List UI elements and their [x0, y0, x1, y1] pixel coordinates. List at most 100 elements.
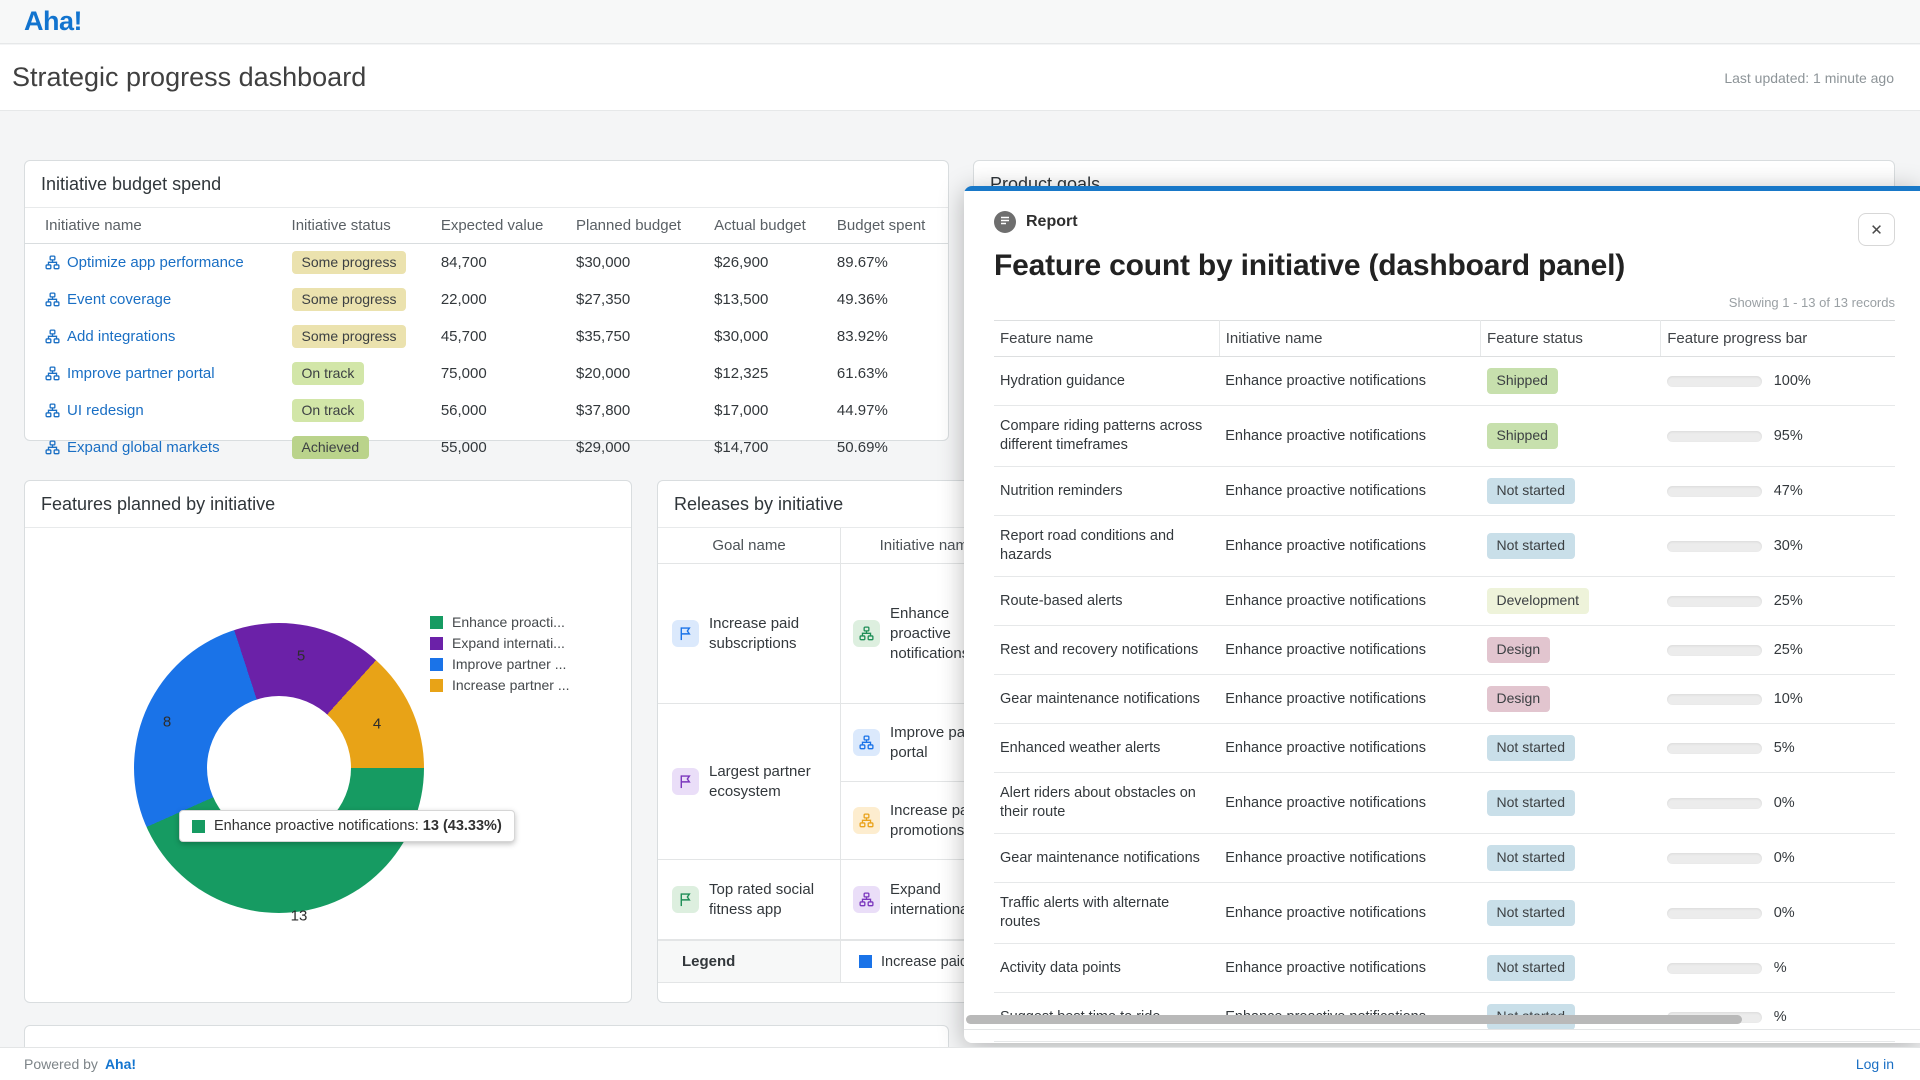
initiative-link[interactable]: UI redesign — [67, 402, 144, 419]
horizontal-scrollbar[interactable] — [966, 1015, 1742, 1024]
column-header[interactable]: Initiative status — [284, 208, 433, 244]
initiative-link[interactable]: Optimize app performance — [67, 254, 244, 271]
status-badge: Not started — [1487, 955, 1575, 981]
legend-item[interactable]: Improve partner ... — [430, 656, 570, 672]
initiative-link[interactable]: Expand global markets — [67, 439, 220, 456]
feature-name[interactable]: Compare riding patterns across different… — [994, 406, 1219, 467]
legend-label: Improve partner ... — [452, 656, 566, 672]
initiative-name: Enhance proactive notifications — [1219, 516, 1480, 577]
modal-divider — [964, 1029, 1920, 1030]
progress-bar — [1667, 431, 1762, 442]
progress-label: 47% — [1774, 482, 1803, 501]
column-header[interactable]: Feature status — [1481, 321, 1661, 357]
progress-label: 0% — [1774, 794, 1795, 813]
table-row: Event coverage Some progress 22,000 $27,… — [25, 281, 948, 318]
status-badge: Some progress — [292, 251, 407, 274]
legend-title: Legend — [658, 941, 841, 982]
releases-panel: Releases by initiative Goal name Initiat… — [657, 480, 1016, 1003]
log-in-link[interactable]: Log in — [1856, 1056, 1894, 1072]
modal-type-label: Report — [1026, 213, 1078, 231]
table-row: UI redesign On track 56,000 $37,800 $17,… — [25, 392, 948, 429]
planned-budget: $30,000 — [568, 244, 706, 282]
feature-name[interactable]: Gear maintenance notifications — [994, 834, 1219, 883]
column-header[interactable]: Planned budget — [568, 208, 706, 244]
column-header[interactable]: Feature name — [994, 321, 1219, 357]
goal-name[interactable]: Top rated social fitness app — [709, 880, 832, 920]
tooltip-swatch — [192, 820, 205, 833]
feature-table-header: Feature name Initiative name Feature sta… — [994, 321, 1895, 357]
tooltip-text: Enhance proactive notifications: 13 (43.… — [214, 818, 502, 834]
status-badge: Not started — [1487, 845, 1575, 871]
status-badge: Not started — [1487, 735, 1575, 761]
column-header[interactable]: Goal name — [658, 528, 841, 563]
initiative-icon — [853, 620, 880, 647]
feature-name[interactable]: Hydration guidance — [994, 357, 1219, 406]
feature-name[interactable]: Alert riders about obstacles on their ro… — [994, 773, 1219, 834]
column-header[interactable]: Initiative name — [1219, 321, 1480, 357]
initiative-name: Enhance proactive notifications — [1219, 675, 1480, 724]
progress-label: 10% — [1774, 690, 1803, 709]
progress-label: % — [1774, 1008, 1787, 1027]
column-header[interactable]: Actual budget — [706, 208, 829, 244]
goal-name[interactable]: Increase paid subscriptions — [709, 614, 832, 654]
initiative-name: Enhance proactive notifications — [1219, 944, 1480, 993]
initiative-icon — [45, 403, 60, 418]
initiative-icon — [853, 729, 880, 756]
progress-bar — [1667, 908, 1762, 919]
legend-swatch — [430, 679, 443, 692]
initiative-link[interactable]: Add integrations — [67, 328, 175, 345]
releases-legend-row: Legend Increase paid subscriptions — [658, 940, 1015, 983]
goal-flag-icon — [672, 886, 699, 913]
status-badge: Not started — [1487, 533, 1575, 559]
status-badge: On track — [292, 362, 365, 385]
planned-budget: $27,350 — [568, 281, 706, 318]
initiative-name: Enhance proactive notifications — [1219, 834, 1480, 883]
feature-name[interactable]: Rest and recovery notifications — [994, 626, 1219, 675]
initiative-icon — [853, 807, 880, 834]
legend-label: Increase partner ... — [452, 677, 570, 693]
close-icon[interactable]: ✕ — [1858, 213, 1895, 246]
table-row: Increase paid subscriptions Enhance proa… — [658, 564, 1015, 704]
modal-title: Feature count by initiative (dashboard p… — [994, 249, 1895, 283]
initiative-icon — [45, 292, 60, 307]
table-row: Compare riding patterns across different… — [994, 406, 1895, 467]
feature-name[interactable]: Report road conditions and hazards — [994, 516, 1219, 577]
feature-name[interactable]: Enhanced weather alerts — [994, 724, 1219, 773]
progress-bar — [1667, 798, 1762, 809]
status-badge: Some progress — [292, 325, 407, 348]
releases-panel-title: Releases by initiative — [658, 481, 1015, 528]
goal-flag-icon — [672, 768, 699, 795]
initiative-name: Enhance proactive notifications — [1219, 626, 1480, 675]
feature-name[interactable]: Gear maintenance notifications — [994, 675, 1219, 724]
initiative-name: Enhance proactive notifications — [1219, 467, 1480, 516]
feature-name[interactable]: Nutrition reminders — [994, 467, 1219, 516]
feature-name[interactable]: Activity data points — [994, 944, 1219, 993]
initiative-link[interactable]: Improve partner portal — [67, 365, 215, 382]
legend-item[interactable]: Enhance proacti... — [430, 614, 570, 630]
aha-logo[interactable]: Aha! — [24, 6, 82, 37]
legend-item[interactable]: Increase partner ... — [430, 677, 570, 693]
legend-swatch — [430, 616, 443, 629]
legend-item[interactable]: Expand internati... — [430, 635, 570, 651]
budget-spent: 61.63% — [829, 355, 948, 392]
initiative-name: Enhance proactive notifications — [1219, 883, 1480, 944]
progress-bar — [1667, 541, 1762, 552]
initiative-name: Enhance proactive notifications — [1219, 406, 1480, 467]
feature-name[interactable]: Route-based alerts — [994, 577, 1219, 626]
feature-name[interactable]: Traffic alerts with alternate routes — [994, 883, 1219, 944]
initiative-link[interactable]: Event coverage — [67, 291, 171, 308]
status-badge: Achieved — [292, 436, 370, 459]
aha-footer-logo[interactable]: Aha! — [105, 1056, 136, 1072]
status-badge: Shipped — [1487, 368, 1558, 394]
column-header[interactable]: Expected value — [433, 208, 568, 244]
column-header[interactable]: Feature progress bar — [1661, 321, 1895, 357]
table-row: Optimize app performance Some progress 8… — [25, 244, 948, 282]
slice-value-label: 4 — [373, 716, 381, 733]
column-header[interactable]: Initiative name — [25, 208, 284, 244]
modal-type-row: Report — [994, 211, 1895, 233]
goal-name[interactable]: Largest partner ecosystem — [709, 762, 832, 802]
donut-chart[interactable] — [134, 623, 424, 913]
initiative-name: Enhance proactive notifications — [1219, 773, 1480, 834]
column-header[interactable]: Budget spent — [829, 208, 948, 244]
actual-budget: $26,900 — [706, 244, 829, 282]
